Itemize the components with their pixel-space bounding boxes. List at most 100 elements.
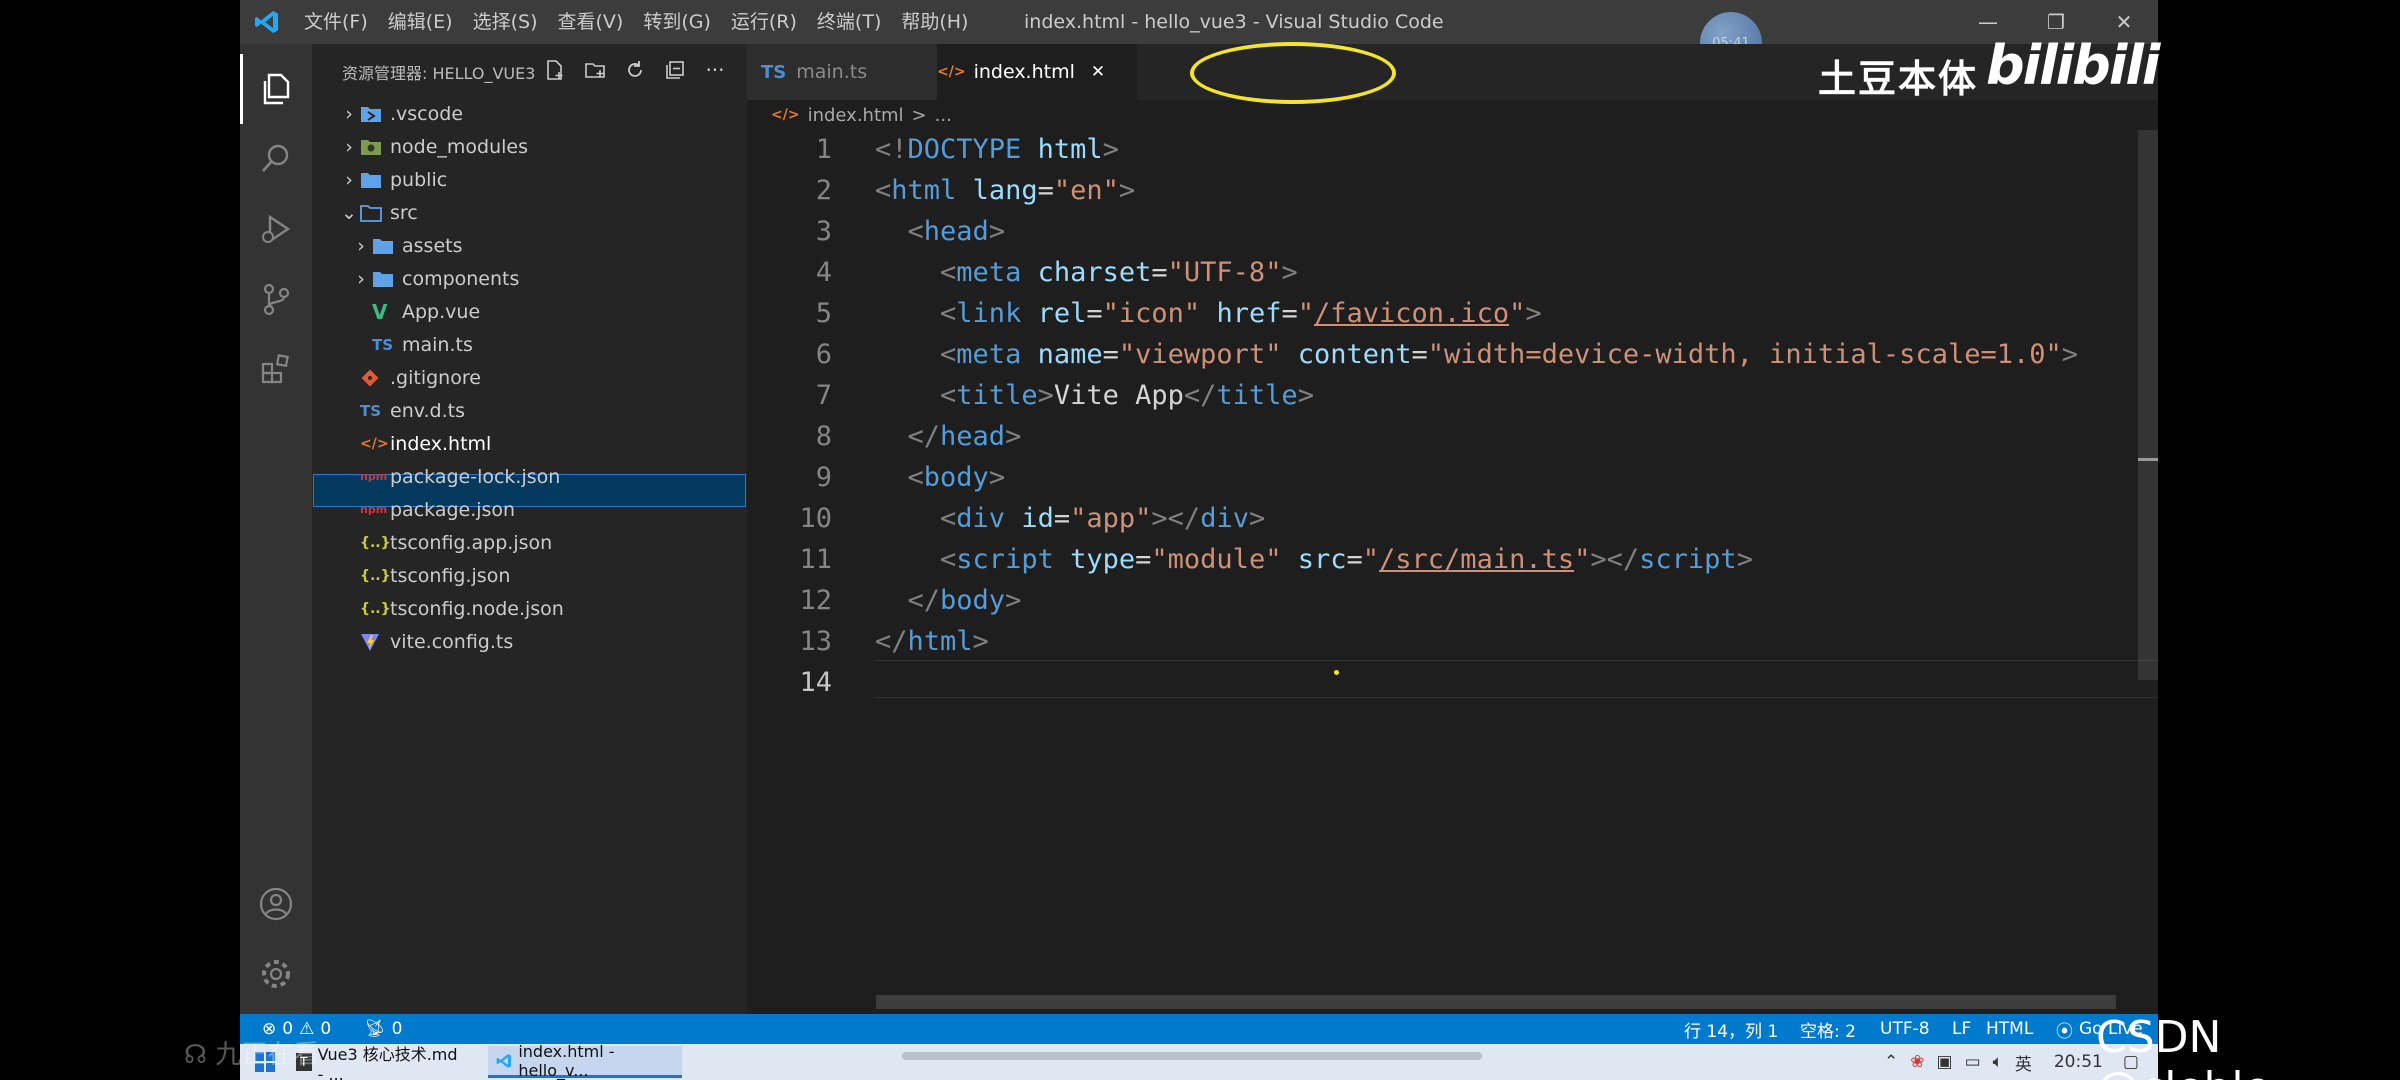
tree-item-tsconfig-app-json[interactable]: {..} tsconfig.app.json — [360, 526, 552, 559]
breadcrumb-separator: > — [911, 104, 927, 126]
extensions-activity-button[interactable] — [240, 334, 312, 404]
tree-item-label: .vscode — [390, 102, 464, 125]
folder-icon — [360, 171, 390, 189]
tree-item-label: env.d.ts — [390, 399, 465, 422]
tree-item-app-vue[interactable]: V App.vue — [372, 295, 480, 328]
npm-icon: npm — [360, 470, 388, 483]
vertical-scrollbar[interactable] — [2138, 130, 2158, 680]
menu-go[interactable]: 转到(G) — [633, 0, 721, 44]
tree-item-tsconfig-json[interactable]: {..} tsconfig.json — [360, 559, 510, 592]
code-editor[interactable]: 1 2 3 4 5 6 7 8 9 10 11 12 13 14 <!DOCTY… — [747, 130, 2158, 1000]
menu-edit[interactable]: 编辑(E) — [378, 0, 463, 44]
code-line: <meta charset="UTF-8"> — [940, 257, 1298, 288]
source-control-activity-button[interactable] — [240, 264, 312, 334]
ime-indicator[interactable]: 英 — [2015, 1050, 2032, 1075]
explorer-title: 资源管理器: HELLO_VUE3 — [342, 64, 536, 83]
menu-terminal[interactable]: 终端(T) — [807, 0, 891, 44]
tree-item-node-modules[interactable]: › node_modules — [338, 130, 528, 163]
code-line: <link rel="icon" href="/favicon.ico"> — [940, 298, 1542, 329]
horizontal-scrollbar[interactable] — [876, 995, 2116, 1009]
eol-status[interactable]: LF — [1952, 1014, 1971, 1044]
tab-index-html[interactable]: </> index.html ✕ — [937, 44, 1137, 100]
chevron-right-icon: › — [345, 168, 353, 191]
tree-item-vite-config-ts[interactable]: vite.config.ts — [360, 625, 513, 658]
window-title: index.html - hello_vue3 - Visual Studio … — [1024, 11, 1444, 33]
manage-activity-button[interactable] — [240, 939, 312, 1009]
battery-icon[interactable]: ▭ — [1965, 1052, 1981, 1072]
network-icon[interactable]: ▣ — [1937, 1052, 1953, 1072]
code-line: <div id="app"></div> — [940, 503, 1266, 534]
chevron-down-icon: ⌄ — [341, 201, 357, 224]
more-actions-button[interactable]: ··· — [703, 58, 727, 82]
source-control-icon — [263, 283, 290, 316]
accounts-activity-button[interactable] — [240, 869, 312, 939]
refresh-button[interactable] — [623, 58, 647, 82]
tree-item-main-ts[interactable]: TS main.ts — [372, 328, 473, 361]
tab-close-icon[interactable]: ✕ — [1091, 62, 1105, 82]
tree-item-src[interactable]: ⌄ src — [338, 196, 418, 229]
chevron-up-icon[interactable]: ⌃ — [1884, 1052, 1898, 1072]
app-tray-icon[interactable]: ❀ — [1910, 1052, 1924, 1072]
bilibili-logo: bilibili — [1986, 34, 2160, 97]
tree-item-components[interactable]: › components — [350, 262, 519, 295]
run-debug-activity-button[interactable] — [240, 194, 312, 264]
menu-file[interactable]: 文件(F) — [294, 0, 378, 44]
line-number: 9 — [815, 462, 832, 493]
vscode-window: 文件(F) 编辑(E) 选择(S) 查看(V) 转到(G) 运行(R) 终端(T… — [240, 0, 2158, 1080]
search-icon — [262, 144, 289, 172]
json-icon: {..} — [360, 600, 391, 617]
npm-icon: npm — [360, 503, 388, 516]
language-status[interactable]: HTML — [1986, 1014, 2033, 1044]
tree-item-tsconfig-node-json[interactable]: {..} tsconfig.node.json — [360, 592, 564, 625]
tree-item-label: tsconfig.node.json — [390, 597, 564, 620]
tree-item-label: App.vue — [402, 300, 481, 323]
vite-icon — [360, 632, 390, 652]
tree-item-label: package.json — [390, 498, 516, 521]
tree-item-package-lock-json[interactable]: npm package-lock.json — [360, 460, 560, 493]
breadcrumb-file[interactable]: index.html — [808, 105, 904, 126]
tree-item-env-d-ts[interactable]: TS env.d.ts — [360, 394, 465, 427]
cursor-position-status[interactable]: 行 14，列 1 — [1684, 1014, 1778, 1044]
code-line: <body> — [907, 462, 1006, 493]
new-folder-button[interactable] — [583, 58, 607, 82]
ports-status[interactable]: 📡︎ 0 — [364, 1014, 402, 1044]
vscode-logo-icon — [240, 0, 294, 44]
node-folder-icon — [360, 138, 390, 156]
volume-icon[interactable]: 🔈︎ — [1993, 1052, 2003, 1072]
tab-main-ts[interactable]: TS main.ts — [747, 44, 937, 100]
encoding-status[interactable]: UTF-8 — [1880, 1014, 1930, 1044]
new-file-button[interactable] — [543, 58, 567, 82]
video-progress-bar[interactable] — [902, 1052, 1482, 1060]
breadcrumb: </> index.html > ... — [747, 100, 952, 130]
tree-item-assets[interactable]: › assets — [350, 229, 462, 262]
chevron-right-icon: › — [345, 102, 353, 125]
folder-icon — [372, 237, 402, 255]
line-number: 14 — [799, 667, 832, 698]
tree-item-index-html[interactable]: </> index.html — [360, 427, 491, 460]
breadcrumb-more[interactable]: ... — [935, 105, 952, 126]
tree-item-vscode[interactable]: › .vscode — [338, 97, 463, 130]
collapse-all-button[interactable] — [663, 58, 687, 82]
menu-view[interactable]: 查看(V) — [548, 0, 634, 44]
uploader-watermark: 土豆本体 — [1818, 57, 1979, 101]
gear-icon — [262, 960, 290, 988]
taskbar-app-vscode[interactable]: index.html - hello_v... — [488, 1042, 682, 1080]
json-icon: {..} — [360, 534, 391, 551]
status-bar: ⊗ 0 ⚠ 0 📡︎ 0 行 14，列 1 空格: 2 UTF-8 LF HTML ⦿… — [240, 1014, 2158, 1044]
search-activity-button[interactable] — [240, 124, 312, 194]
tree-item-package-json[interactable]: npm package.json — [360, 493, 515, 526]
menu-help[interactable]: 帮助(H) — [891, 0, 978, 44]
tree-item-public[interactable]: › public — [338, 163, 447, 196]
indentation-status[interactable]: 空格: 2 — [1800, 1014, 1856, 1044]
viewers-icon: ☊ — [184, 1040, 208, 1070]
menu-run[interactable]: 运行(R) — [721, 0, 807, 44]
scrollbar-cursor-marker — [2138, 458, 2158, 461]
tree-item-gitignore[interactable]: .gitignore — [360, 361, 481, 394]
tree-item-label: public — [390, 168, 448, 191]
annotation-circle — [1190, 42, 1396, 104]
menu-selection[interactable]: 选择(S) — [463, 0, 548, 44]
ports-count: 0 — [391, 1019, 403, 1039]
code-line: <meta name="viewport" content="width=dev… — [940, 339, 2079, 370]
explorer-activity-button[interactable] — [240, 54, 312, 124]
activity-bar — [240, 44, 312, 1014]
